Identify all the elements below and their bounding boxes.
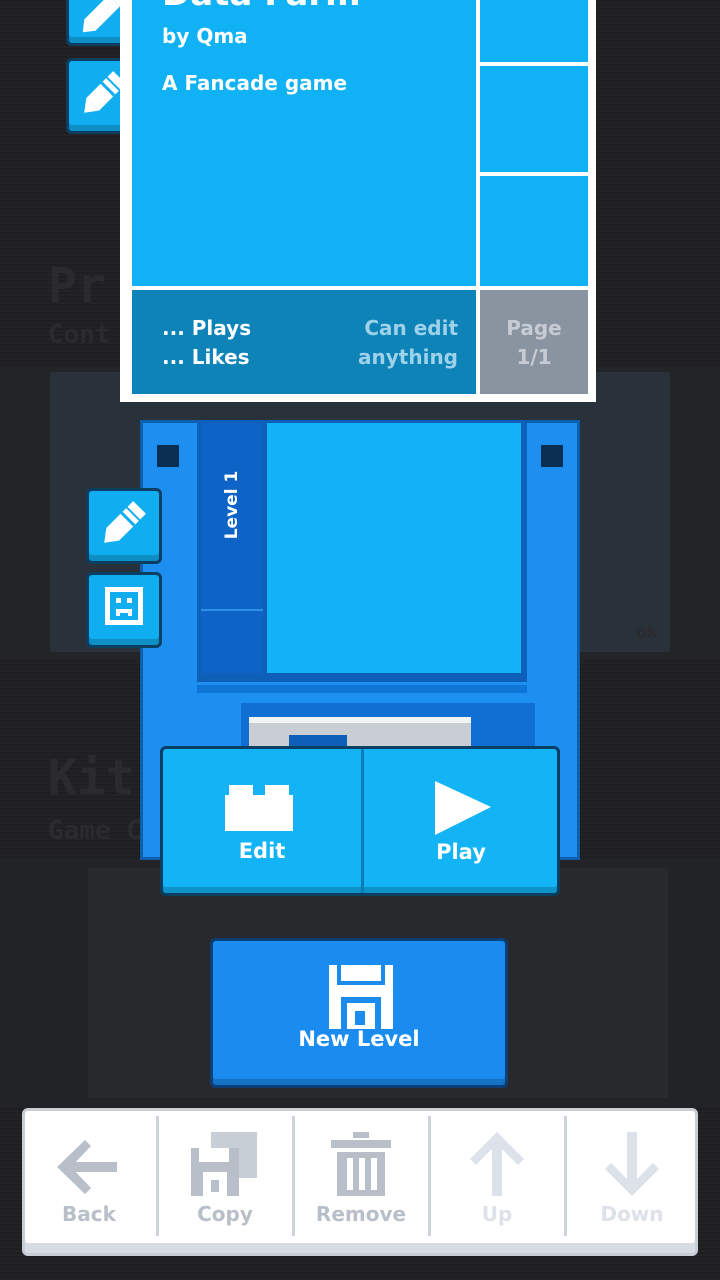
remove-button[interactable]: Remove [296, 1114, 426, 1242]
sad-face-icon [105, 587, 143, 625]
level-tab [201, 423, 263, 673]
up-button[interactable]: Up [432, 1114, 562, 1242]
thumbnail-slot [480, 176, 588, 286]
copy-label: Copy [197, 1202, 253, 1226]
thumbnail-slot [480, 0, 588, 62]
block-icon [225, 785, 293, 831]
page-indicator[interactable]: Page 1/1 [480, 290, 588, 394]
play-icon [435, 781, 491, 835]
copy-icon [191, 1132, 257, 1196]
background-sub-1: Cont [48, 320, 111, 350]
arrow-left-icon [57, 1140, 117, 1194]
new-level-button[interactable]: New Level [210, 938, 508, 1088]
up-label: Up [481, 1202, 513, 1226]
rename-level-button[interactable] [86, 488, 162, 564]
toolbar-divider [292, 1116, 295, 1236]
back-label: Back [62, 1202, 116, 1226]
toolbar-divider [428, 1116, 431, 1236]
arrow-up-icon [470, 1132, 524, 1196]
toolbar-divider [564, 1116, 567, 1236]
level-name: Level 1 [222, 470, 242, 540]
background-badge: ok [636, 622, 658, 643]
trash-icon [331, 1132, 391, 1196]
background-heading-1: Pr [48, 258, 106, 314]
edit-label: Edit [238, 839, 286, 863]
play-label: Play [436, 840, 486, 864]
background-sub-2: Game C [48, 816, 142, 846]
game-title: Data Farm [162, 0, 361, 14]
edit-button[interactable]: Edit [163, 749, 361, 889]
arrow-down-icon [605, 1132, 659, 1196]
floppy-hole [157, 445, 179, 467]
toolbar-divider [156, 1116, 159, 1236]
page-label: Page [506, 316, 562, 340]
remove-label: Remove [315, 1202, 407, 1226]
down-label: Down [600, 1202, 664, 1226]
new-level-label: New Level [298, 1027, 420, 1051]
level-actions: Edit Play [160, 746, 560, 896]
down-button[interactable]: Down [568, 1114, 696, 1242]
likes-count: ... Likes [162, 345, 250, 369]
plays-count: ... Plays [162, 316, 252, 340]
level-thumbnail [267, 423, 521, 673]
pencil-icon [104, 501, 146, 543]
back-button[interactable]: Back [24, 1114, 154, 1242]
level-face-button[interactable] [86, 572, 162, 648]
page-value: 1/1 [516, 345, 552, 369]
edit-permission-line2: anything [358, 345, 458, 369]
game-info-card: Data Farm by Qma A Fancade game ... Play… [120, 0, 596, 402]
play-button[interactable]: Play [365, 749, 557, 889]
floppy-hole [541, 445, 563, 467]
tab-divider [201, 609, 263, 611]
game-subtitle: A Fancade game [162, 71, 348, 95]
background-heading-2: Kit [48, 750, 135, 806]
actions-divider [361, 749, 364, 893]
thumbnail-slot [480, 66, 588, 172]
floppy-save-icon [329, 965, 393, 1029]
stats-panel: ... Plays ... Likes Can edit anything [132, 290, 476, 394]
edit-permission-line1: Can edit [364, 316, 458, 340]
floppy-divider [197, 685, 527, 693]
game-author: by Qma [162, 24, 248, 48]
copy-button[interactable]: Copy [160, 1114, 290, 1242]
